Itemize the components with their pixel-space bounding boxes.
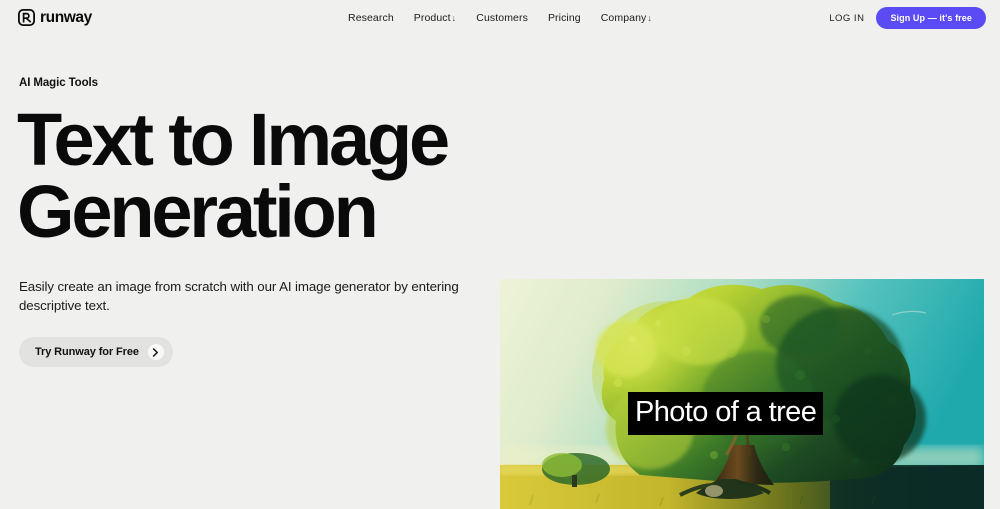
generated-tree-image: Photo of a tree: [500, 279, 984, 509]
nav-item-customers[interactable]: Customers: [476, 12, 528, 24]
nav-item-product-label: Product: [413, 12, 451, 24]
image-caption: Photo of a tree: [628, 392, 824, 436]
chevron-down-icon: ↓: [647, 13, 652, 23]
hero-eyebrow: AI Magic Tools: [19, 77, 98, 89]
chevron-right-icon: [147, 344, 164, 360]
cta-label: Try Runway for Free: [35, 346, 139, 358]
nav-item-product[interactable]: Product ↓: [414, 12, 457, 24]
nav-item-research-label: Research: [348, 12, 394, 24]
top-navigation-bar: runway Research Product ↓ Customers Pric…: [0, 0, 1000, 37]
runway-logo-mark-icon: [18, 9, 35, 26]
login-link[interactable]: LOG IN: [829, 13, 864, 24]
page-title: Text to Image Generation: [17, 98, 450, 253]
nav-item-company-label: Company: [600, 12, 647, 24]
nav-links: Research Product ↓ Customers Pricing Com…: [348, 12, 652, 24]
try-runway-for-free-button[interactable]: Try Runway for Free: [19, 337, 173, 367]
nav-actions: LOG IN Sign Up — it's free: [829, 7, 986, 29]
nav-item-research[interactable]: Research: [348, 12, 394, 24]
brand-logo[interactable]: runway: [18, 9, 92, 26]
nav-item-customers-label: Customers: [476, 12, 528, 24]
brand-name: runway: [40, 8, 92, 26]
page-root: runway Research Product ↓ Customers Pric…: [0, 0, 1000, 509]
nav-item-company[interactable]: Company ↓: [601, 12, 652, 24]
signup-button[interactable]: Sign Up — it's free: [876, 7, 986, 29]
nav-item-pricing-label: Pricing: [547, 12, 581, 24]
nav-item-pricing[interactable]: Pricing: [548, 12, 581, 24]
hero-subtitle: Easily create an image from scratch with…: [19, 279, 459, 314]
chevron-down-icon: ↓: [451, 13, 457, 23]
